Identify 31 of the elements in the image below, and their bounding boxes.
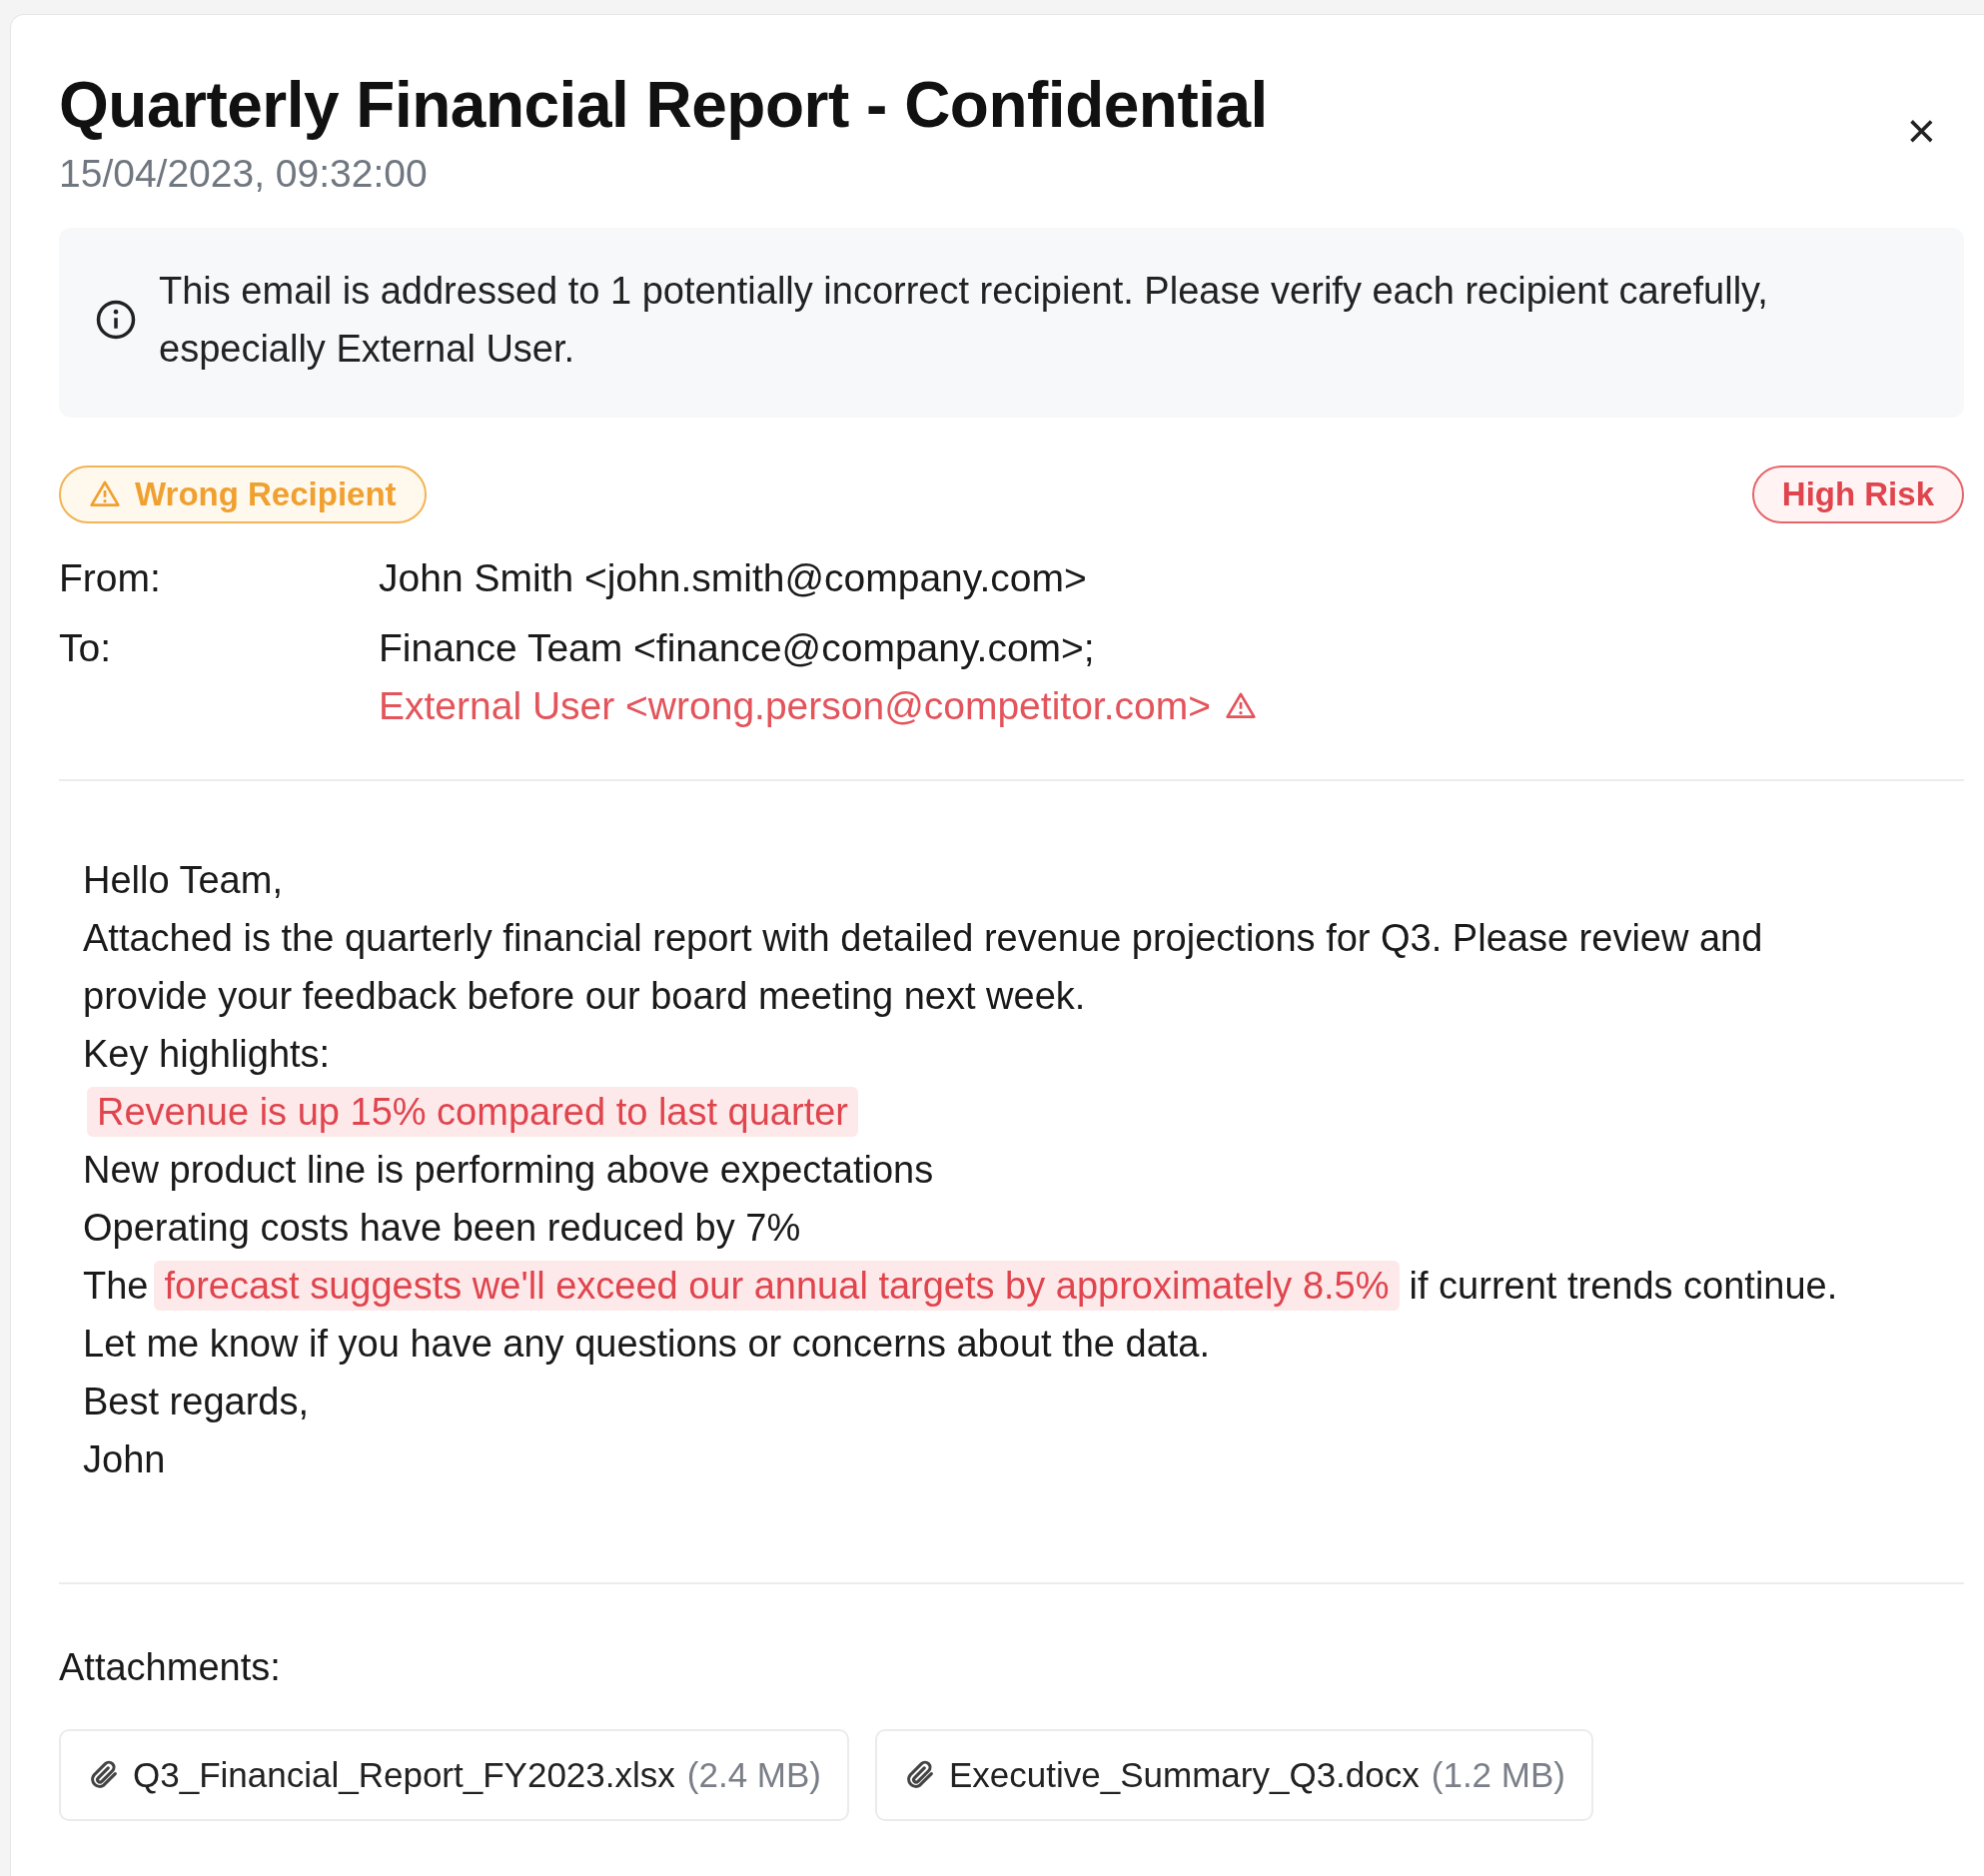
file-size: (1.2 MB) <box>1431 1754 1565 1795</box>
file-size: (2.4 MB) <box>686 1754 821 1795</box>
body-text: New product line is performing above expectations <box>83 1147 935 1193</box>
body-text: The <box>83 1264 149 1307</box>
body-text: Let me know if you have any questions or concerns about the data. <box>83 1321 1212 1367</box>
tag-label: Wrong Recipient <box>135 474 397 513</box>
attachment-chip[interactable]: Q3_Financial_Report_FY2023.xlsx (2.4 MB) <box>59 1728 849 1821</box>
body-text: Operating costs have been reduced by 7% <box>83 1205 802 1251</box>
close-button[interactable]: × <box>1896 102 1946 161</box>
attachment-chip[interactable]: Executive_Summary_Q3.docx (1.2 MB) <box>875 1728 1593 1821</box>
highlighted-text: forecast suggests we'll exceed our annual targets by approximately 8.5% <box>154 1260 1400 1311</box>
address: John Smith <john.smith@company.com> <box>379 554 1087 601</box>
file-name: Q3_Financial_Report_FY2023.xlsx <box>133 1754 675 1795</box>
info-icon <box>95 298 137 341</box>
highlighted-text: Revenue is up 15% compared to last quarter <box>87 1086 858 1137</box>
field-label: From: <box>59 554 162 601</box>
field-label: To: <box>59 624 113 671</box>
alert-message: This email is addressed to 1 potentially incorrect recipient. Please verify each recipient carefully, especially External User. <box>159 268 1769 372</box>
address: Finance Team <finance@company.com>; <box>379 624 1095 671</box>
body-text: Key highlights: <box>83 1031 332 1077</box>
attachments-label: Attachments: <box>59 1645 282 1689</box>
body-text: Best regards, <box>83 1379 310 1424</box>
tag-label: High Risk <box>1781 474 1934 513</box>
flagged-address: External User <wrong.person@competitor.com> <box>379 682 1211 729</box>
email-timestamp: 15/04/2023, 09:32:00 <box>59 151 429 196</box>
body-text: if current trends continue. <box>1409 1264 1838 1307</box>
file-name: Executive_Summary_Q3.docx <box>949 1754 1420 1795</box>
body-text: Attached is the quarterly financial report with detailed revenue projections for Q3. Please review and provide your feedback before our board meeting next week. <box>83 915 1764 1019</box>
email-subject: Quarterly Financial Report - Confidential <box>59 68 1268 143</box>
body-text: John <box>83 1436 167 1482</box>
body-text: Hello Team, <box>83 857 284 903</box>
